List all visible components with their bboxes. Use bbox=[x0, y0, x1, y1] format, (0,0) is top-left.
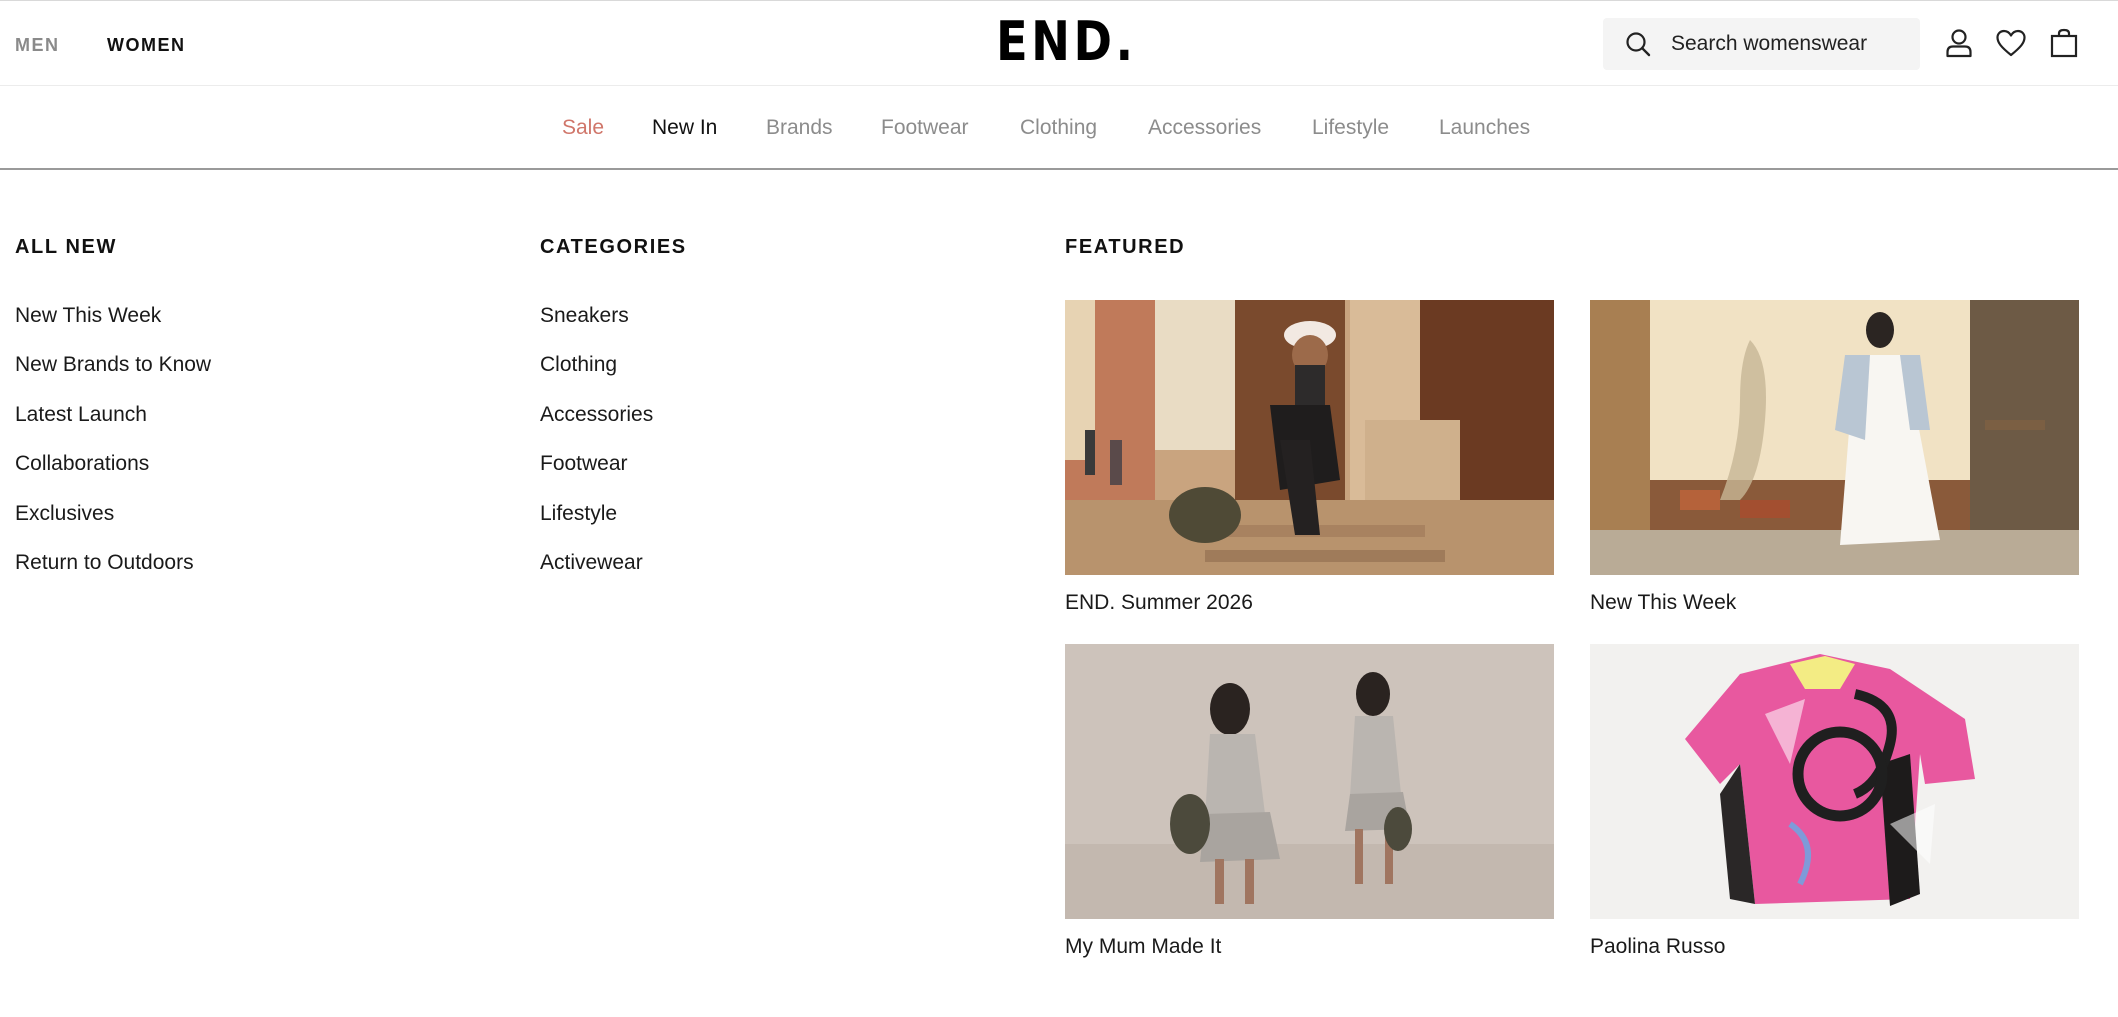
categories-heading: CATEGORIES bbox=[540, 236, 687, 258]
featured-caption-paolina-russo[interactable]: Paolina Russo bbox=[1590, 935, 1725, 959]
category-nav: Sale New In Brands Footwear Clothing Acc… bbox=[0, 87, 2118, 170]
nav-footwear[interactable]: Footwear bbox=[881, 116, 969, 140]
nav-clothing[interactable]: Clothing bbox=[1020, 116, 1097, 140]
nav-accessories[interactable]: Accessories bbox=[1148, 116, 1261, 140]
featured-image-paolina-russo[interactable] bbox=[1590, 644, 2079, 919]
featured-caption-summer[interactable]: END. Summer 2026 bbox=[1065, 591, 1253, 615]
wishlist-heart-icon[interactable] bbox=[1995, 27, 2027, 59]
site-header: MEN WOMEN END. bbox=[0, 1, 2118, 86]
link-activewear[interactable]: Activewear bbox=[540, 551, 643, 575]
link-footwear[interactable]: Footwear bbox=[540, 452, 628, 476]
women-tab[interactable]: WOMEN bbox=[107, 35, 186, 56]
link-accessories[interactable]: Accessories bbox=[540, 403, 653, 427]
link-collaborations[interactable]: Collaborations bbox=[15, 452, 149, 476]
link-sneakers[interactable]: Sneakers bbox=[540, 304, 629, 328]
featured-caption-my-mum-made-it[interactable]: My Mum Made It bbox=[1065, 935, 1221, 959]
featured-image-summer[interactable] bbox=[1065, 300, 1554, 575]
nav-launches[interactable]: Launches bbox=[1439, 116, 1530, 140]
link-new-brands-to-know[interactable]: New Brands to Know bbox=[15, 353, 211, 377]
nav-new-in[interactable]: New In bbox=[652, 116, 717, 140]
link-exclusives[interactable]: Exclusives bbox=[15, 502, 114, 526]
featured-caption-new-this-week[interactable]: New This Week bbox=[1590, 591, 1736, 615]
link-latest-launch[interactable]: Latest Launch bbox=[15, 403, 147, 427]
nav-brands[interactable]: Brands bbox=[766, 116, 833, 140]
all-new-heading: ALL NEW bbox=[15, 236, 117, 258]
featured-image-new-this-week[interactable] bbox=[1590, 300, 2079, 575]
shopping-bag-icon[interactable] bbox=[2048, 27, 2080, 59]
link-clothing[interactable]: Clothing bbox=[540, 353, 617, 377]
search-box[interactable] bbox=[1603, 18, 1920, 70]
nav-lifestyle[interactable]: Lifestyle bbox=[1312, 116, 1389, 140]
search-input[interactable] bbox=[1671, 18, 1911, 70]
link-return-to-outdoors[interactable]: Return to Outdoors bbox=[15, 551, 194, 575]
men-tab[interactable]: MEN bbox=[15, 35, 60, 56]
featured-image-my-mum-made-it[interactable] bbox=[1065, 644, 1554, 919]
account-icon[interactable] bbox=[1943, 27, 1975, 59]
link-lifestyle[interactable]: Lifestyle bbox=[540, 502, 617, 526]
featured-heading: FEATURED bbox=[1065, 236, 1186, 258]
end-logo[interactable]: END. bbox=[996, 15, 1137, 69]
search-icon bbox=[1626, 32, 1651, 57]
nav-sale[interactable]: Sale bbox=[562, 116, 604, 140]
link-new-this-week[interactable]: New This Week bbox=[15, 304, 161, 328]
